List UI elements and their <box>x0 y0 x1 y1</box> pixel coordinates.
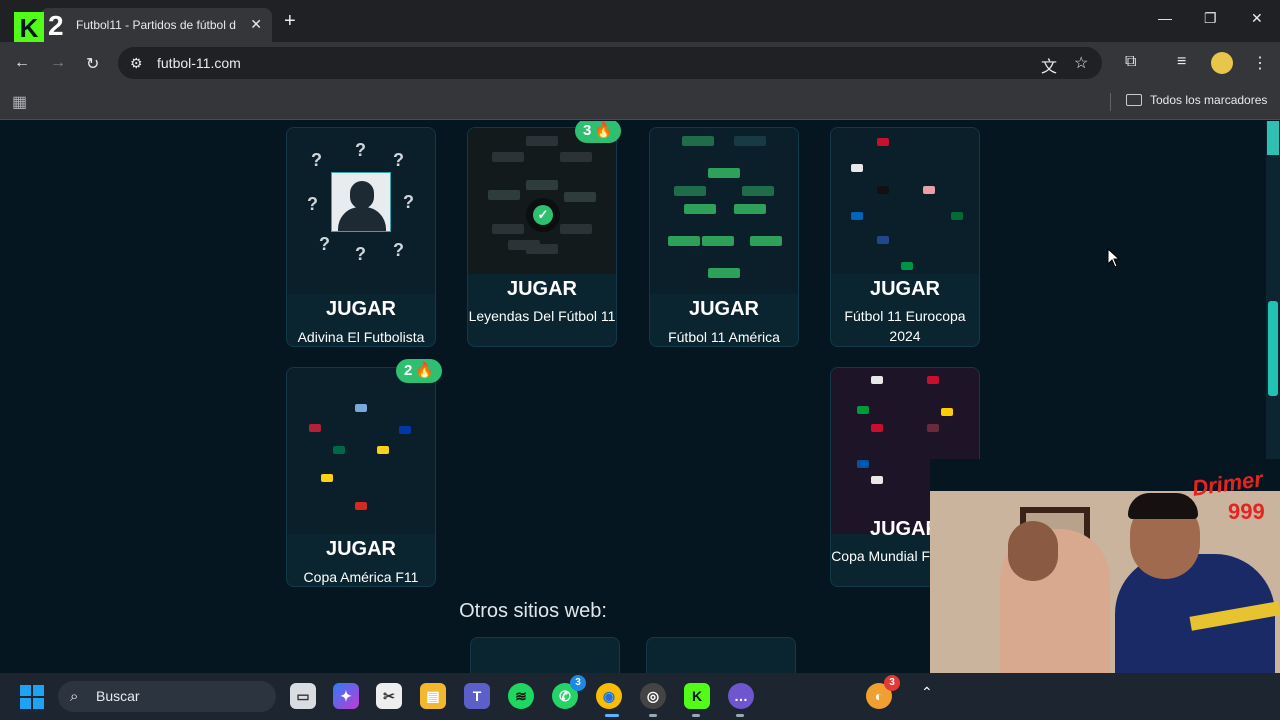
profile-avatar[interactable] <box>1211 52 1233 74</box>
card-name: Fútbol 11 América <box>668 329 780 345</box>
k2-number-icon: 2 <box>48 10 64 41</box>
search-label: Buscar <box>96 688 140 704</box>
kick-logo-icon: K <box>14 12 44 44</box>
card-name: Copa América F11 <box>303 569 419 585</box>
question-mark-icon: ? <box>393 150 404 170</box>
streak-count: 2 <box>404 362 413 379</box>
spotify-icon[interactable]: ≋ <box>508 683 534 709</box>
extensions-icon[interactable]: ⧉ <box>1125 53 1136 71</box>
bookmark-star-icon[interactable]: ☆ <box>1074 53 1088 73</box>
reload-icon[interactable]: ↻ <box>86 54 99 74</box>
minimize-icon[interactable]: — <box>1158 10 1172 26</box>
card-play-label: JUGAR <box>506 278 577 300</box>
url-text: futbol-11.com <box>157 55 241 71</box>
card-play-label: JUGAR <box>325 538 396 560</box>
back-icon[interactable]: ← <box>14 54 30 72</box>
card-thumbnail: ? ? ? ? ? ? ? ? <box>287 128 435 294</box>
k2-logo-overlay: K 2 <box>14 10 78 46</box>
all-bookmarks-label: Todos los marcadores <box>1150 93 1268 107</box>
card-name: Leyendas Del Fútbol 11 <box>468 308 616 324</box>
card-thumbnail <box>287 368 435 534</box>
streak-badge: 2 🔥 <box>396 359 443 383</box>
fire-icon: 🔥 <box>415 362 435 379</box>
task-view-icon[interactable]: ▭ <box>290 683 316 709</box>
question-mark-icon: ? <box>311 150 322 170</box>
question-mark-icon: ? <box>403 192 414 212</box>
card-name: Fútbol 11 Eurocopa 2024 <box>844 308 966 344</box>
streak-badge: 3 🔥 <box>575 121 622 143</box>
new-tab-icon[interactable]: + <box>284 10 296 33</box>
card-thumbnail: ✓ <box>468 128 616 274</box>
teams-icon[interactable]: T <box>464 683 490 709</box>
game-card-america[interactable]: JUGAR Fútbol 11 América <box>649 127 799 347</box>
question-mark-icon: ? <box>307 194 318 214</box>
menu-kebab-icon[interactable]: ⋮ <box>1252 53 1268 73</box>
game-card-adivina[interactable]: ? ? ? ? ? ? ? ? JUGAR Adivina El Futboli… <box>286 127 436 347</box>
fire-icon: 🔥 <box>594 122 614 139</box>
question-mark-icon: ? <box>319 234 330 254</box>
webcam-overlay: Drimer 999 <box>930 459 1280 690</box>
site-info-icon[interactable]: ⚙ <box>130 47 143 79</box>
bookmarks-bar: ▦ Todos los marcadores <box>0 84 1280 120</box>
windows-start-icon[interactable] <box>20 685 44 709</box>
kick-icon[interactable]: K <box>684 683 710 709</box>
apps-grid-icon[interactable]: ▦ <box>12 92 27 112</box>
chevron-up-icon[interactable]: ⌃ <box>921 684 933 701</box>
tray-app-icon[interactable]: ◐ 3 <box>866 675 900 709</box>
card-play-label: JUGAR <box>869 278 940 300</box>
chrome-active-indicator <box>605 714 619 717</box>
browser-titlebar: Futbol11 - Partidos de fútbol di ✕ + — ❐… <box>0 0 1280 42</box>
file-explorer-icon[interactable]: ▤ <box>420 683 446 709</box>
browser-toolbar: ← → ↻ ⚙ futbol-11.com 文 ☆ ⧉ ≡ ⋮ <box>0 42 1280 84</box>
player-silhouette-icon <box>331 172 391 232</box>
question-mark-icon: ? <box>355 140 366 160</box>
game-card-eurocopa[interactable]: JUGAR Fútbol 11 Eurocopa 2024 <box>830 127 980 347</box>
whatsapp-badge: 3 <box>570 675 586 691</box>
bookmarks-divider <box>1110 93 1111 111</box>
whatsapp-icon[interactable]: ✆ 3 <box>552 675 586 709</box>
chrome-icon[interactable]: ◉ <box>596 683 622 709</box>
snipping-tool-icon[interactable]: ✂ <box>376 683 402 709</box>
card-thumbnail <box>650 128 798 294</box>
taskbar-search[interactable]: ⌕ Buscar <box>58 681 276 712</box>
messenger-icon[interactable]: … <box>728 683 754 709</box>
tab-close-icon[interactable]: ✕ <box>250 16 262 33</box>
question-mark-icon: ? <box>355 244 366 264</box>
search-icon: ⌕ <box>70 688 79 705</box>
card-play-label: JUGAR <box>325 298 396 320</box>
game-card-leyendas[interactable]: ✓ JUGAR Leyendas Del Fútbol 11 <box>467 127 617 347</box>
copilot-icon[interactable]: ✦ <box>333 683 359 709</box>
streak-count: 3 <box>583 122 592 139</box>
folder-icon <box>1126 94 1142 106</box>
window-close-icon[interactable]: ✕ <box>1251 10 1263 27</box>
translate-icon[interactable]: 文 <box>1041 53 1057 77</box>
card-name: Adivina El Futbolista <box>297 329 425 345</box>
address-bar[interactable]: ⚙ futbol-11.com <box>118 47 1102 79</box>
question-mark-icon: ? <box>393 240 404 260</box>
all-bookmarks-button[interactable]: Todos los marcadores <box>1126 93 1267 107</box>
forward-icon[interactable]: → <box>50 54 66 72</box>
scrollbar-thumb[interactable] <box>1268 301 1278 396</box>
card-play-label: JUGAR <box>688 298 759 320</box>
obs-icon[interactable]: ◎ <box>640 683 666 709</box>
other-site-card[interactable] <box>470 637 620 673</box>
game-card-copa-america[interactable]: JUGAR Copa América F11 <box>286 367 436 587</box>
scrollbar-chip <box>1267 121 1279 155</box>
windows-taskbar: ⌕ Buscar ▭ ✦ ✂ ▤ T ≋ ✆ 3 ◉ ◎ K … ◐ 3 <box>0 673 1280 720</box>
tab-title: Futbol11 - Partidos de fútbol di <box>76 18 236 32</box>
mouse-cursor-icon <box>1107 248 1121 268</box>
completed-check-icon: ✓ <box>526 198 560 232</box>
card-thumbnail <box>831 128 979 274</box>
tray-badge: 3 <box>884 675 900 691</box>
media-control-icon[interactable]: ≡ <box>1177 53 1186 71</box>
restore-icon[interactable]: ❐ <box>1204 10 1217 27</box>
overlay-brand-number: 999 <box>1228 499 1265 524</box>
other-site-card[interactable] <box>646 637 796 673</box>
